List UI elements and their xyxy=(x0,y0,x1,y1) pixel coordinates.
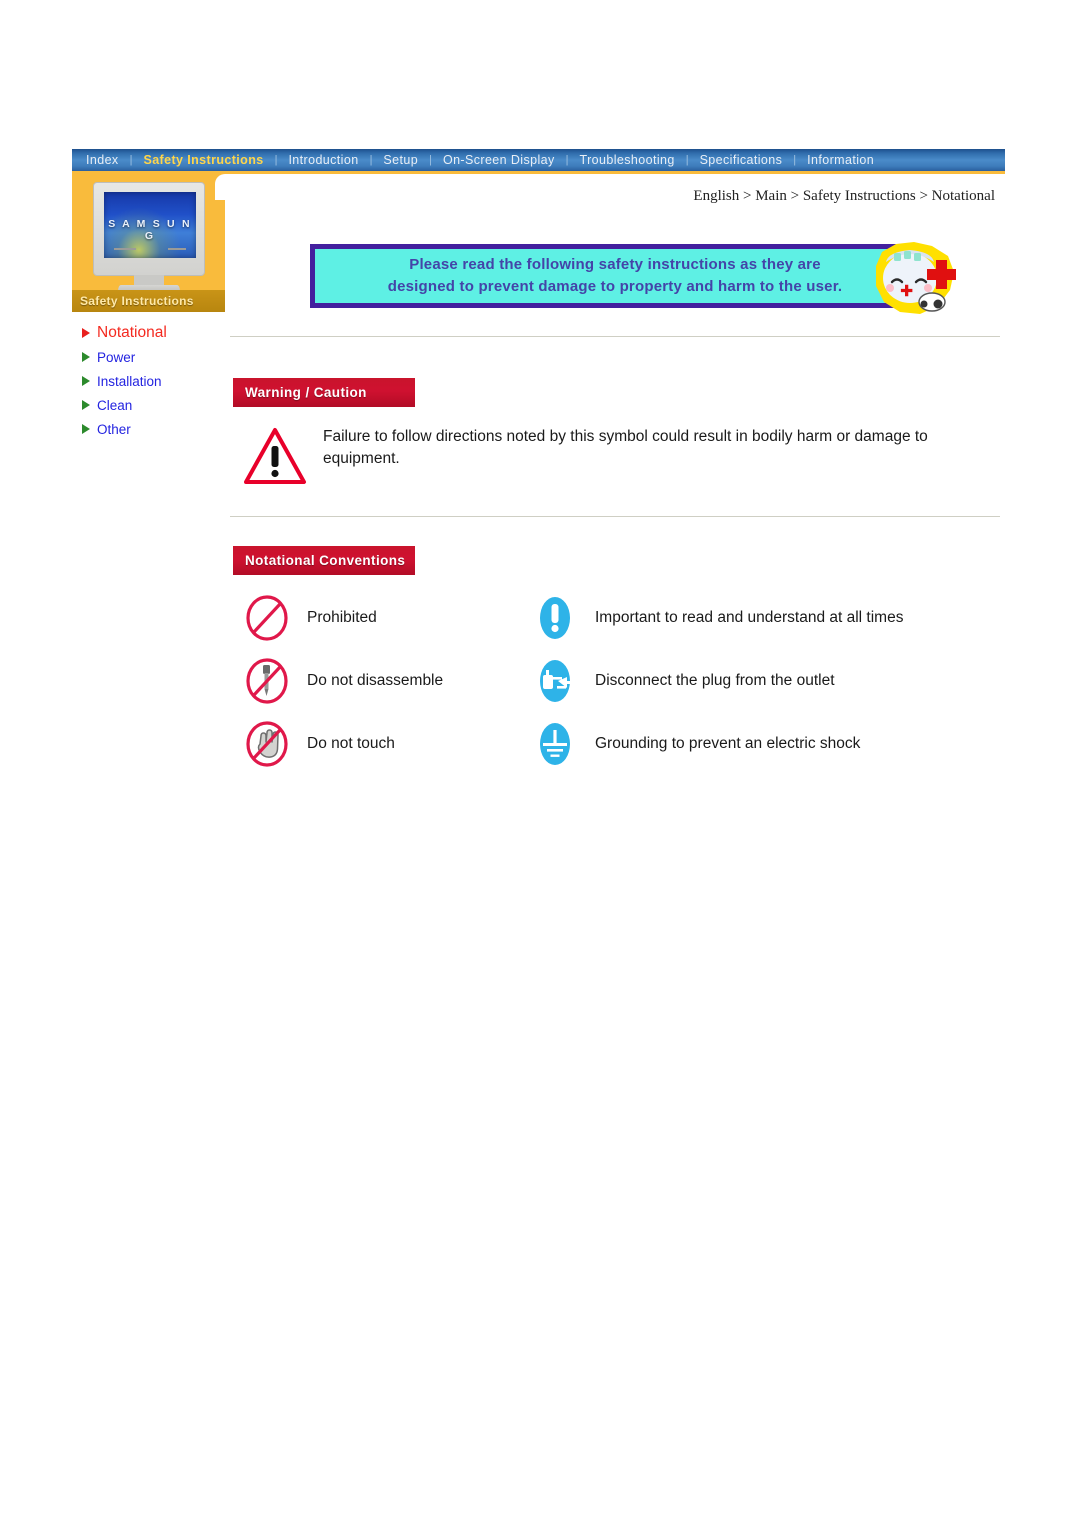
arrow-right-icon xyxy=(82,424,90,434)
warning-body-text: Failure to follow directions noted by th… xyxy=(323,428,928,468)
warning-triangle-icon xyxy=(244,428,306,484)
section-divider xyxy=(230,516,1000,517)
warning-row: Failure to follow directions noted by th… xyxy=(243,426,995,486)
convention-item-prohibited: Prohibited xyxy=(243,594,531,642)
breadcrumb: English > Main > Safety Instructions > N… xyxy=(693,188,995,204)
content-rounded-corner xyxy=(215,174,225,200)
convention-label: Grounding to prevent an electric shock xyxy=(595,734,861,752)
sidebar-menu: Notational Power Installation Clean Othe… xyxy=(72,321,225,441)
sidebar-thumbnail: S A M S U N G Safety Instructions xyxy=(72,174,225,312)
prohibited-icon xyxy=(246,594,288,641)
convention-label: Prohibited xyxy=(307,608,377,626)
sidebar-item-other[interactable]: Other xyxy=(82,417,225,441)
nav-item-on-screen-display[interactable]: On-Screen Display xyxy=(433,153,565,167)
main-navigation-bar: Index | Safety Instructions | Introducti… xyxy=(72,149,1005,171)
nav-item-setup[interactable]: Setup xyxy=(373,153,428,167)
convention-item-important: Important to read and understand at all … xyxy=(531,594,1003,642)
hero-line-1: Please read the following safety instruc… xyxy=(409,256,821,274)
sidebar-item-notational[interactable]: Notational xyxy=(82,321,225,345)
unplug-icon xyxy=(540,659,570,702)
warning-section-header: Warning / Caution xyxy=(233,378,415,407)
important-icon xyxy=(540,596,570,639)
conventions-row: Do not disassemble Disconnect the plug f… xyxy=(243,649,1003,712)
arrow-right-icon xyxy=(82,352,90,362)
hero-banner-frame: Please read the following safety instruc… xyxy=(310,244,920,308)
sidebar-item-power[interactable]: Power xyxy=(82,345,225,369)
sidebar-section-caption: Safety Instructions xyxy=(72,290,225,312)
convention-item-unplug: Disconnect the plug from the outlet xyxy=(531,657,1003,705)
convention-item-grounding: Grounding to prevent an electric shock xyxy=(531,720,1003,768)
convention-item-no-touch: Do not touch xyxy=(243,720,531,768)
monitor-bezel-label-right xyxy=(168,248,186,250)
hero-line-2: designed to prevent damage to property a… xyxy=(387,278,843,295)
convention-label: Do not touch xyxy=(307,734,395,752)
sidebar-item-label: Clean xyxy=(97,397,133,413)
sidebar-item-label: Installation xyxy=(97,373,162,389)
monitor-logo-text: S A M S U N G xyxy=(108,218,192,242)
nav-item-information[interactable]: Information xyxy=(797,153,884,167)
arrow-right-icon xyxy=(82,328,90,338)
sidebar-item-label: Power xyxy=(97,349,136,365)
sidebar-item-installation[interactable]: Installation xyxy=(82,369,225,393)
section-divider xyxy=(230,336,1000,337)
convention-label: Do not disassemble xyxy=(307,671,444,689)
monitor-illustration: S A M S U N G xyxy=(93,182,205,276)
grounding-icon xyxy=(540,722,570,765)
no-disassemble-icon xyxy=(246,657,288,704)
nav-item-safety-instructions[interactable]: Safety Instructions xyxy=(133,153,273,167)
convention-label: Important to read and understand at all … xyxy=(595,608,904,626)
nav-item-specifications[interactable]: Specifications xyxy=(690,153,793,167)
nurse-mascot-icon xyxy=(876,242,956,314)
convention-label: Disconnect the plug from the outlet xyxy=(595,671,835,689)
no-touch-icon xyxy=(246,720,288,767)
nav-item-index[interactable]: Index xyxy=(76,153,129,167)
arrow-right-icon xyxy=(82,376,90,386)
sidebar-item-label: Notational xyxy=(97,324,167,341)
convention-item-no-disassemble: Do not disassemble xyxy=(243,657,531,705)
conventions-row: Prohibited Important to read and underst… xyxy=(243,586,1003,649)
nav-item-introduction[interactable]: Introduction xyxy=(278,153,368,167)
arrow-right-icon xyxy=(82,400,90,410)
sidebar-item-label: Other xyxy=(97,421,131,437)
hero-banner: Please read the following safety instruc… xyxy=(310,242,956,314)
nav-item-troubleshooting[interactable]: Troubleshooting xyxy=(570,153,685,167)
notational-conventions-grid: Prohibited Important to read and underst… xyxy=(243,586,1003,775)
monitor-bezel-label-left xyxy=(114,248,136,250)
sidebar: S A M S U N G Safety Instructions Notati… xyxy=(72,174,225,441)
sidebar-item-clean[interactable]: Clean xyxy=(82,393,225,417)
monitor-screen: S A M S U N G xyxy=(104,192,196,258)
hero-banner-inner: Please read the following safety instruc… xyxy=(315,249,915,303)
notational-section-header: Notational Conventions xyxy=(233,546,415,575)
conventions-row: Do not touch Grounding to prevent an ele… xyxy=(243,712,1003,775)
